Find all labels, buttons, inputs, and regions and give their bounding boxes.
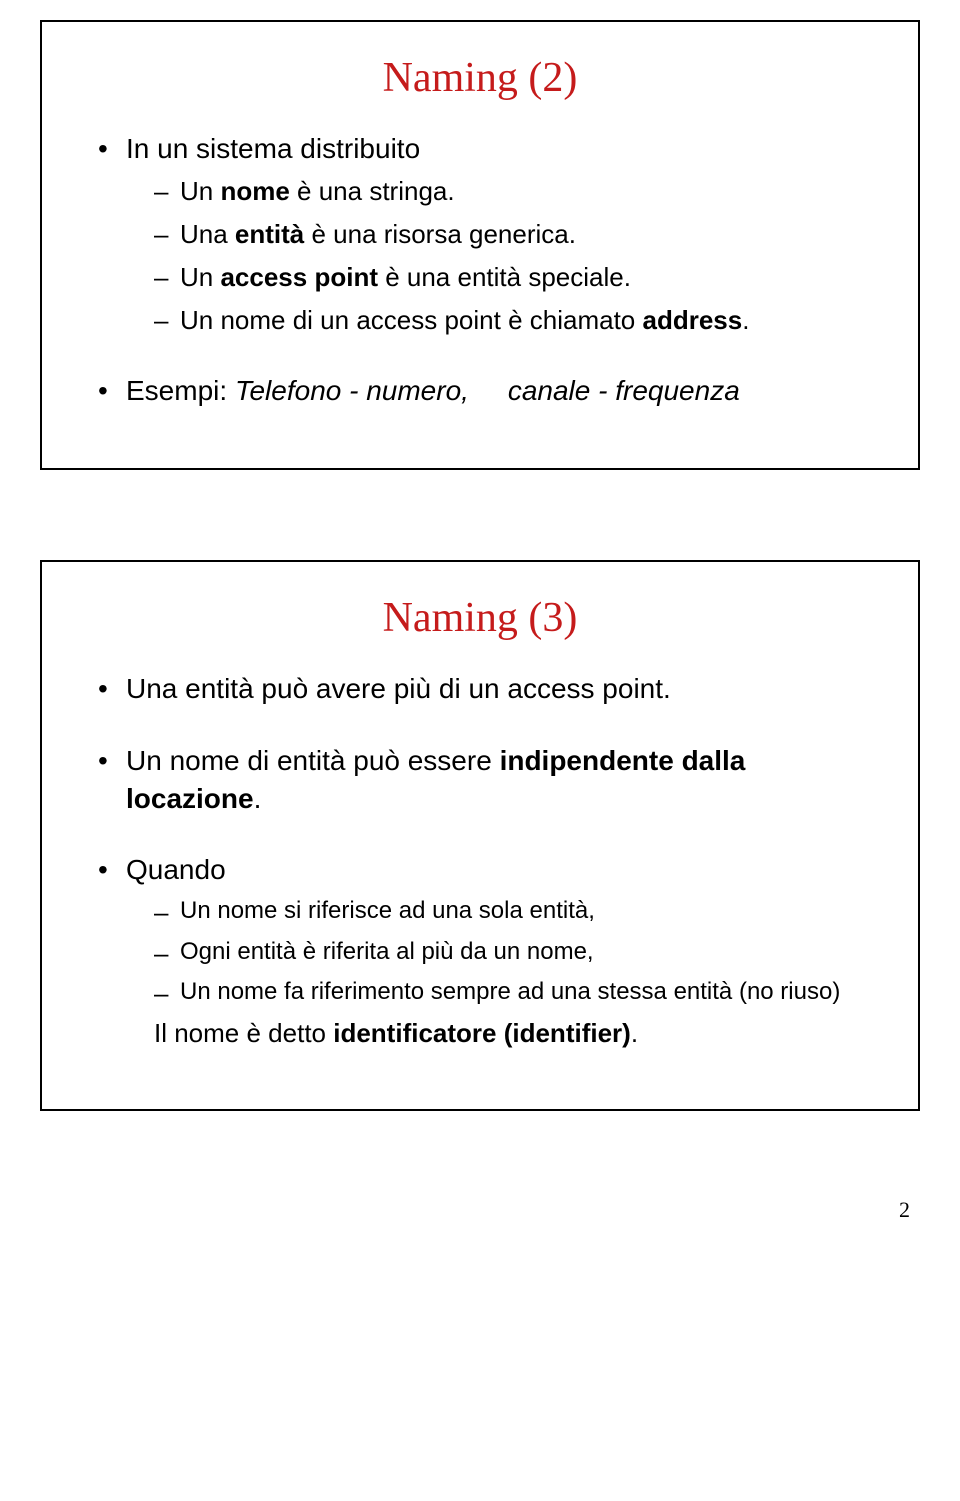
sub-item: Ogni entità è riferita al più da un nome… bbox=[154, 936, 870, 968]
bullet-list: Una entità può avere più di un access po… bbox=[90, 670, 870, 1051]
slide-naming-3: Naming (3) Una entità può avere più di u… bbox=[40, 560, 920, 1111]
slide-naming-2: Naming (2) In un sistema distribuito Un … bbox=[40, 20, 920, 470]
sub-item: Un access point è una entità speciale. bbox=[154, 260, 870, 295]
sub-item: Un nome fa riferimento sempre ad una ste… bbox=[154, 976, 870, 1008]
page-number: 2 bbox=[899, 1197, 910, 1223]
sub-list: Un nome si riferisce ad una sola entità,… bbox=[126, 895, 870, 1008]
slide-title: Naming (2) bbox=[90, 54, 870, 102]
bullet-item: In un sistema distribuito Un nome è una … bbox=[98, 130, 870, 338]
bullet-item-examples: Esempi: Telefono - numero, canale - freq… bbox=[98, 372, 870, 410]
bullet-item-quando: Quando Un nome si riferisce ad una sola … bbox=[98, 851, 870, 1051]
result-line: Il nome è detto identificatore (identifi… bbox=[154, 1016, 870, 1051]
bullet-list: In un sistema distribuito Un nome è una … bbox=[90, 130, 870, 410]
sub-item: Un nome è una stringa. bbox=[154, 174, 870, 209]
sub-list: Un nome è una stringa. Una entità è una … bbox=[126, 174, 870, 338]
bullet-text: In un sistema distribuito bbox=[126, 133, 420, 164]
sub-item: Un nome si riferisce ad una sola entità, bbox=[154, 895, 870, 927]
sub-item: Una entità è una risorsa generica. bbox=[154, 217, 870, 252]
slide-title: Naming (3) bbox=[90, 594, 870, 642]
bullet-item: Un nome di entità può essere indipendent… bbox=[98, 742, 870, 818]
sub-item: Un nome di un access point è chiamato ad… bbox=[154, 303, 870, 338]
bullet-item: Una entità può avere più di un access po… bbox=[98, 670, 870, 708]
